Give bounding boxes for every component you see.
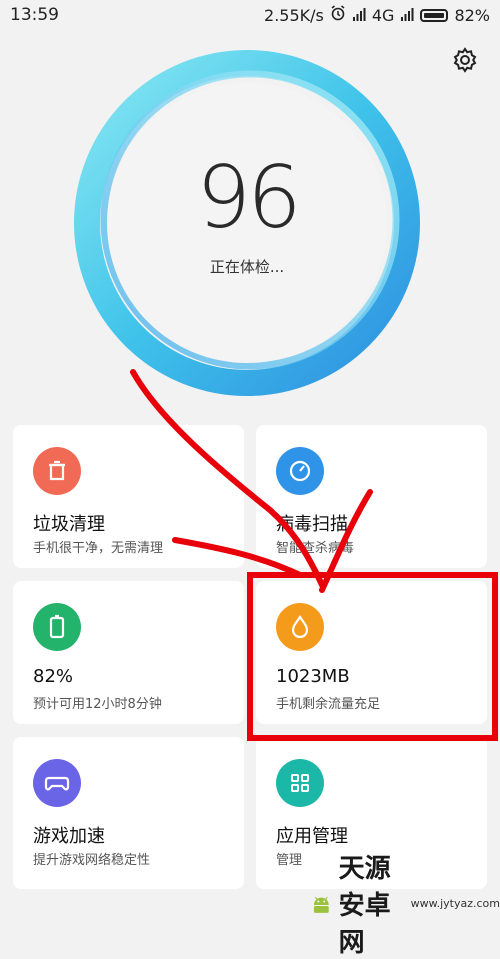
card-subtitle: 预计可用12小时8分钟 xyxy=(33,697,162,712)
card-subtitle: 提升游戏网络稳定性 xyxy=(33,853,151,868)
card-title: 病毒扫描 xyxy=(276,514,348,535)
card-title: 1023MB xyxy=(276,666,350,687)
card-title: 应用管理 xyxy=(276,826,348,847)
grid-icon xyxy=(276,759,324,807)
scan-status: 正在体检... xyxy=(209,258,285,276)
card-junk-clean[interactable]: 垃圾清理 手机很干净，无需清理 xyxy=(13,425,244,568)
card-title: 82% xyxy=(33,666,74,687)
health-score: 96 xyxy=(196,148,301,248)
gauge-icon xyxy=(276,447,324,495)
card-virus-scan[interactable]: 病毒扫描 智能查杀病毒 xyxy=(256,425,487,568)
card-title: 游戏加速 xyxy=(33,826,105,847)
signal-icon xyxy=(352,6,366,25)
signal-icon-2 xyxy=(400,6,414,25)
network-type: 4G xyxy=(371,5,395,25)
watermark: 天源安卓网 www.jytyaz.com xyxy=(310,848,500,959)
card-battery[interactable]: 82% 预计可用12小时8分钟 xyxy=(13,581,244,724)
status-right: 2.55K/s 4G 82% xyxy=(264,5,490,25)
card-subtitle: 手机很干净，无需清理 xyxy=(33,541,164,556)
gear-icon xyxy=(453,47,477,73)
card-data-usage[interactable]: 1023MB 手机剩余流量充足 xyxy=(256,581,487,724)
network-speed: 2.55K/s xyxy=(264,5,324,25)
battery-icon xyxy=(33,603,81,651)
battery-percent: 82% xyxy=(454,5,490,25)
card-subtitle: 智能查杀病毒 xyxy=(276,541,355,556)
status-bar: 13:59 2.55K/s 4G 82% xyxy=(0,0,500,32)
settings-button[interactable] xyxy=(450,45,480,75)
gamepad-icon xyxy=(33,759,81,807)
drop-icon xyxy=(276,603,324,651)
card-subtitle: 管理 xyxy=(276,853,303,868)
trash-icon xyxy=(33,447,81,495)
status-time: 13:59 xyxy=(10,5,59,25)
card-title: 垃圾清理 xyxy=(33,514,105,535)
alarm-icon xyxy=(330,5,346,25)
watermark-title: 天源安卓网 xyxy=(338,854,391,958)
android-logo-icon xyxy=(313,896,329,913)
battery-icon xyxy=(420,8,449,22)
watermark-url: www.jytyaz.com xyxy=(410,897,500,910)
card-game-boost[interactable]: 游戏加速 提升游戏网络稳定性 xyxy=(13,737,244,889)
card-subtitle: 手机剩余流量充足 xyxy=(276,697,381,712)
